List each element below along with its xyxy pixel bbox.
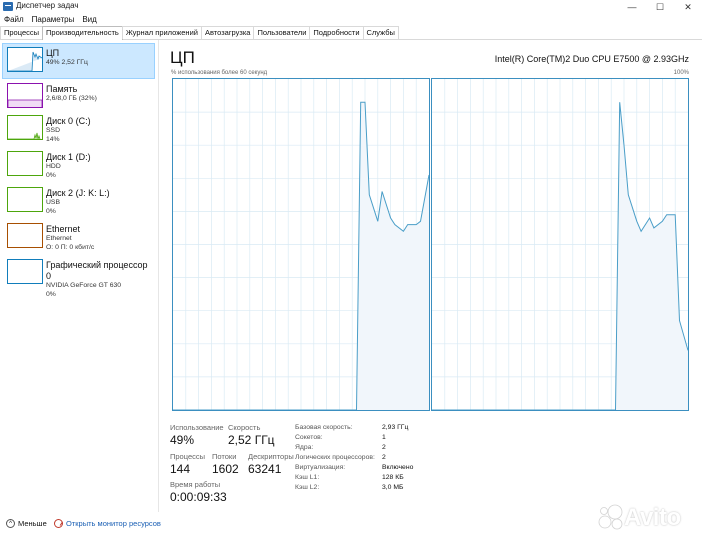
maximize-button[interactable]: ☐ bbox=[646, 0, 674, 14]
task-manager-icon bbox=[3, 2, 13, 11]
tab-details[interactable]: Подробности bbox=[309, 26, 364, 39]
utilization-label: Использование bbox=[170, 423, 224, 432]
gpu-thumbnail-graph bbox=[7, 259, 43, 284]
avito-watermark-text: Avito bbox=[624, 504, 681, 531]
tab-bar: Процессы Производительность Журнал прило… bbox=[0, 26, 702, 40]
open-resource-monitor-link[interactable]: Открыть монитор ресурсов bbox=[54, 519, 161, 528]
avito-watermark: Avito bbox=[596, 500, 696, 534]
chevron-up-icon: ^ bbox=[6, 519, 15, 528]
utilization-axis-label: % использования более 60 секунд bbox=[171, 70, 268, 76]
base-speed-label: Базовая скорость: bbox=[295, 424, 353, 431]
uptime-label: Время работы bbox=[170, 480, 221, 489]
menu-view[interactable]: Вид bbox=[78, 14, 100, 26]
ethernet-thumbnail-graph bbox=[7, 223, 43, 248]
tab-performance[interactable]: Производительность bbox=[42, 26, 123, 40]
logical-processors-label: Логических процессоров: bbox=[295, 454, 375, 461]
sidebar-item-disk1-name: Диск 1 (D:) bbox=[46, 152, 91, 162]
base-speed-value: 2,93 ГГц bbox=[382, 424, 409, 431]
cores-value: 2 bbox=[382, 444, 386, 451]
sockets-label: Сокетов: bbox=[295, 434, 323, 441]
page-title: ЦП bbox=[170, 48, 195, 67]
resource-monitor-icon bbox=[54, 519, 63, 528]
sidebar-item-disk0-name: Диск 0 (C:) bbox=[46, 116, 91, 126]
speed-value: 2,52 ГГц bbox=[228, 433, 275, 447]
handles-label: Дескрипторы bbox=[248, 452, 294, 461]
sidebar-item-gpu-name: Графический процессор 0 bbox=[46, 260, 148, 281]
sidebar-item-disk2-line1: USB bbox=[46, 199, 60, 206]
tab-processes[interactable]: Процессы bbox=[0, 26, 44, 39]
sidebar-item-disk0-line2: 14% bbox=[46, 135, 60, 143]
utilization-max-label: 100% bbox=[673, 70, 689, 76]
disk1-thumbnail-graph bbox=[7, 151, 43, 176]
avito-logo-icon bbox=[598, 504, 623, 530]
sidebar-item-cpu-name: ЦП bbox=[46, 48, 60, 58]
sidebar-item-disk0-line1: SSD bbox=[46, 127, 60, 134]
logical-processors-value: 2 bbox=[382, 454, 386, 461]
menu-bar: Файл Параметры Вид bbox=[0, 14, 702, 26]
tab-app-history[interactable]: Журнал приложений bbox=[121, 26, 202, 39]
sidebar-item-disk1-line2: 0% bbox=[46, 171, 56, 179]
fewer-details-label: Меньше bbox=[18, 519, 47, 528]
sidebar-item-gpu-line1: NVIDIA GeForce GT 630 bbox=[46, 282, 122, 289]
handles-value: 63241 bbox=[248, 462, 282, 476]
sidebar-item-memory-line1: 2,6/8,0 ГБ (32%) bbox=[46, 95, 97, 102]
sidebar-item-gpu[interactable]: Графический процессор 0 NVIDIA GeForce G… bbox=[3, 256, 155, 298]
sidebar-item-disk2-name: Диск 2 (J: K: L:) bbox=[46, 188, 110, 198]
threads-value: 1602 bbox=[212, 462, 239, 476]
uptime-value: 0:00:09:33 bbox=[170, 490, 227, 504]
cpu-thumbnail-graph bbox=[7, 47, 43, 72]
sidebar-item-gpu-line2: 0% bbox=[46, 290, 56, 298]
window-controls: — ☐ ✕ bbox=[618, 0, 702, 14]
cpu-core-1-svg bbox=[432, 79, 688, 410]
tab-users[interactable]: Пользователи bbox=[253, 26, 311, 39]
sidebar-item-disk1[interactable]: Диск 1 (D:) HDD 0% bbox=[3, 148, 155, 182]
menu-file[interactable]: Файл bbox=[0, 14, 28, 26]
sidebar-item-memory[interactable]: Память 2,6/8,0 ГБ (32%) bbox=[3, 80, 155, 114]
sidebar-item-cpu-line1: 49% 2,52 ГГц bbox=[46, 59, 88, 66]
disk2-thumbnail-graph bbox=[7, 187, 43, 212]
title-bar: Диспетчер задач — ☐ ✕ bbox=[0, 0, 702, 14]
l1-cache-value: 128 КБ bbox=[382, 474, 404, 481]
cores-label: Ядра: bbox=[295, 444, 314, 451]
l1-cache-label: Кэш L1: bbox=[295, 474, 320, 481]
sidebar-item-disk0[interactable]: Диск 0 (C:) SSD 14% bbox=[3, 112, 155, 146]
processes-label: Процессы bbox=[170, 452, 206, 461]
sidebar-item-disk2-line2: 0% bbox=[46, 207, 56, 215]
sidebar-item-ethernet-line1: Ethernet bbox=[46, 235, 72, 242]
l2-cache-label: Кэш L2: bbox=[295, 484, 320, 491]
speed-label: Скорость bbox=[228, 423, 261, 432]
sidebar-item-ethernet-line2: О: 0 П: 0 кбит/с bbox=[46, 243, 95, 251]
sidebar-item-disk1-line1: HDD bbox=[46, 163, 61, 170]
threads-label: Потоки bbox=[212, 452, 237, 461]
virtualization-value: Включено bbox=[382, 464, 414, 471]
menu-options[interactable]: Параметры bbox=[28, 14, 79, 26]
sidebar-item-ethernet[interactable]: Ethernet Ethernet О: 0 П: 0 кбит/с bbox=[3, 220, 155, 254]
cpu-core-1-graph bbox=[431, 78, 689, 411]
cpu-core-0-svg bbox=[173, 79, 429, 410]
l2-cache-value: 3,0 МБ bbox=[382, 484, 404, 491]
resource-sidebar: ЦП 49% 2,52 ГГц Память 2,6/8,0 ГБ (32%) … bbox=[0, 40, 159, 512]
sidebar-item-ethernet-name: Ethernet bbox=[46, 224, 81, 234]
processes-value: 144 bbox=[170, 462, 191, 476]
cpu-model-name: Intel(R) Core(TM)2 Duo CPU E7500 @ 2.93G… bbox=[494, 54, 689, 64]
close-button[interactable]: ✕ bbox=[674, 0, 702, 14]
minimize-button[interactable]: — bbox=[618, 0, 646, 14]
fewer-details-button[interactable]: ^ Меньше bbox=[6, 519, 47, 528]
open-resource-monitor-label: Открыть монитор ресурсов bbox=[66, 519, 161, 528]
memory-thumbnail-graph bbox=[7, 83, 43, 108]
sidebar-item-cpu[interactable]: ЦП 49% 2,52 ГГц bbox=[2, 43, 155, 79]
sidebar-item-disk2[interactable]: Диск 2 (J: K: L:) USB 0% bbox=[3, 184, 155, 218]
sockets-value: 1 bbox=[382, 434, 386, 441]
virtualization-label: Виртуализация: bbox=[295, 464, 346, 471]
window-title: Диспетчер задач bbox=[16, 1, 79, 10]
tab-services[interactable]: Службы bbox=[362, 26, 399, 39]
cpu-core-0-graph bbox=[172, 78, 430, 411]
disk0-thumbnail-graph bbox=[7, 115, 43, 140]
utilization-value: 49% bbox=[170, 433, 195, 447]
tab-startup[interactable]: Автозагрузка bbox=[200, 26, 255, 39]
sidebar-item-memory-name: Память bbox=[46, 84, 78, 94]
cpu-detail-panel: ЦП Intel(R) Core(TM)2 Duo CPU E7500 @ 2.… bbox=[170, 40, 695, 520]
